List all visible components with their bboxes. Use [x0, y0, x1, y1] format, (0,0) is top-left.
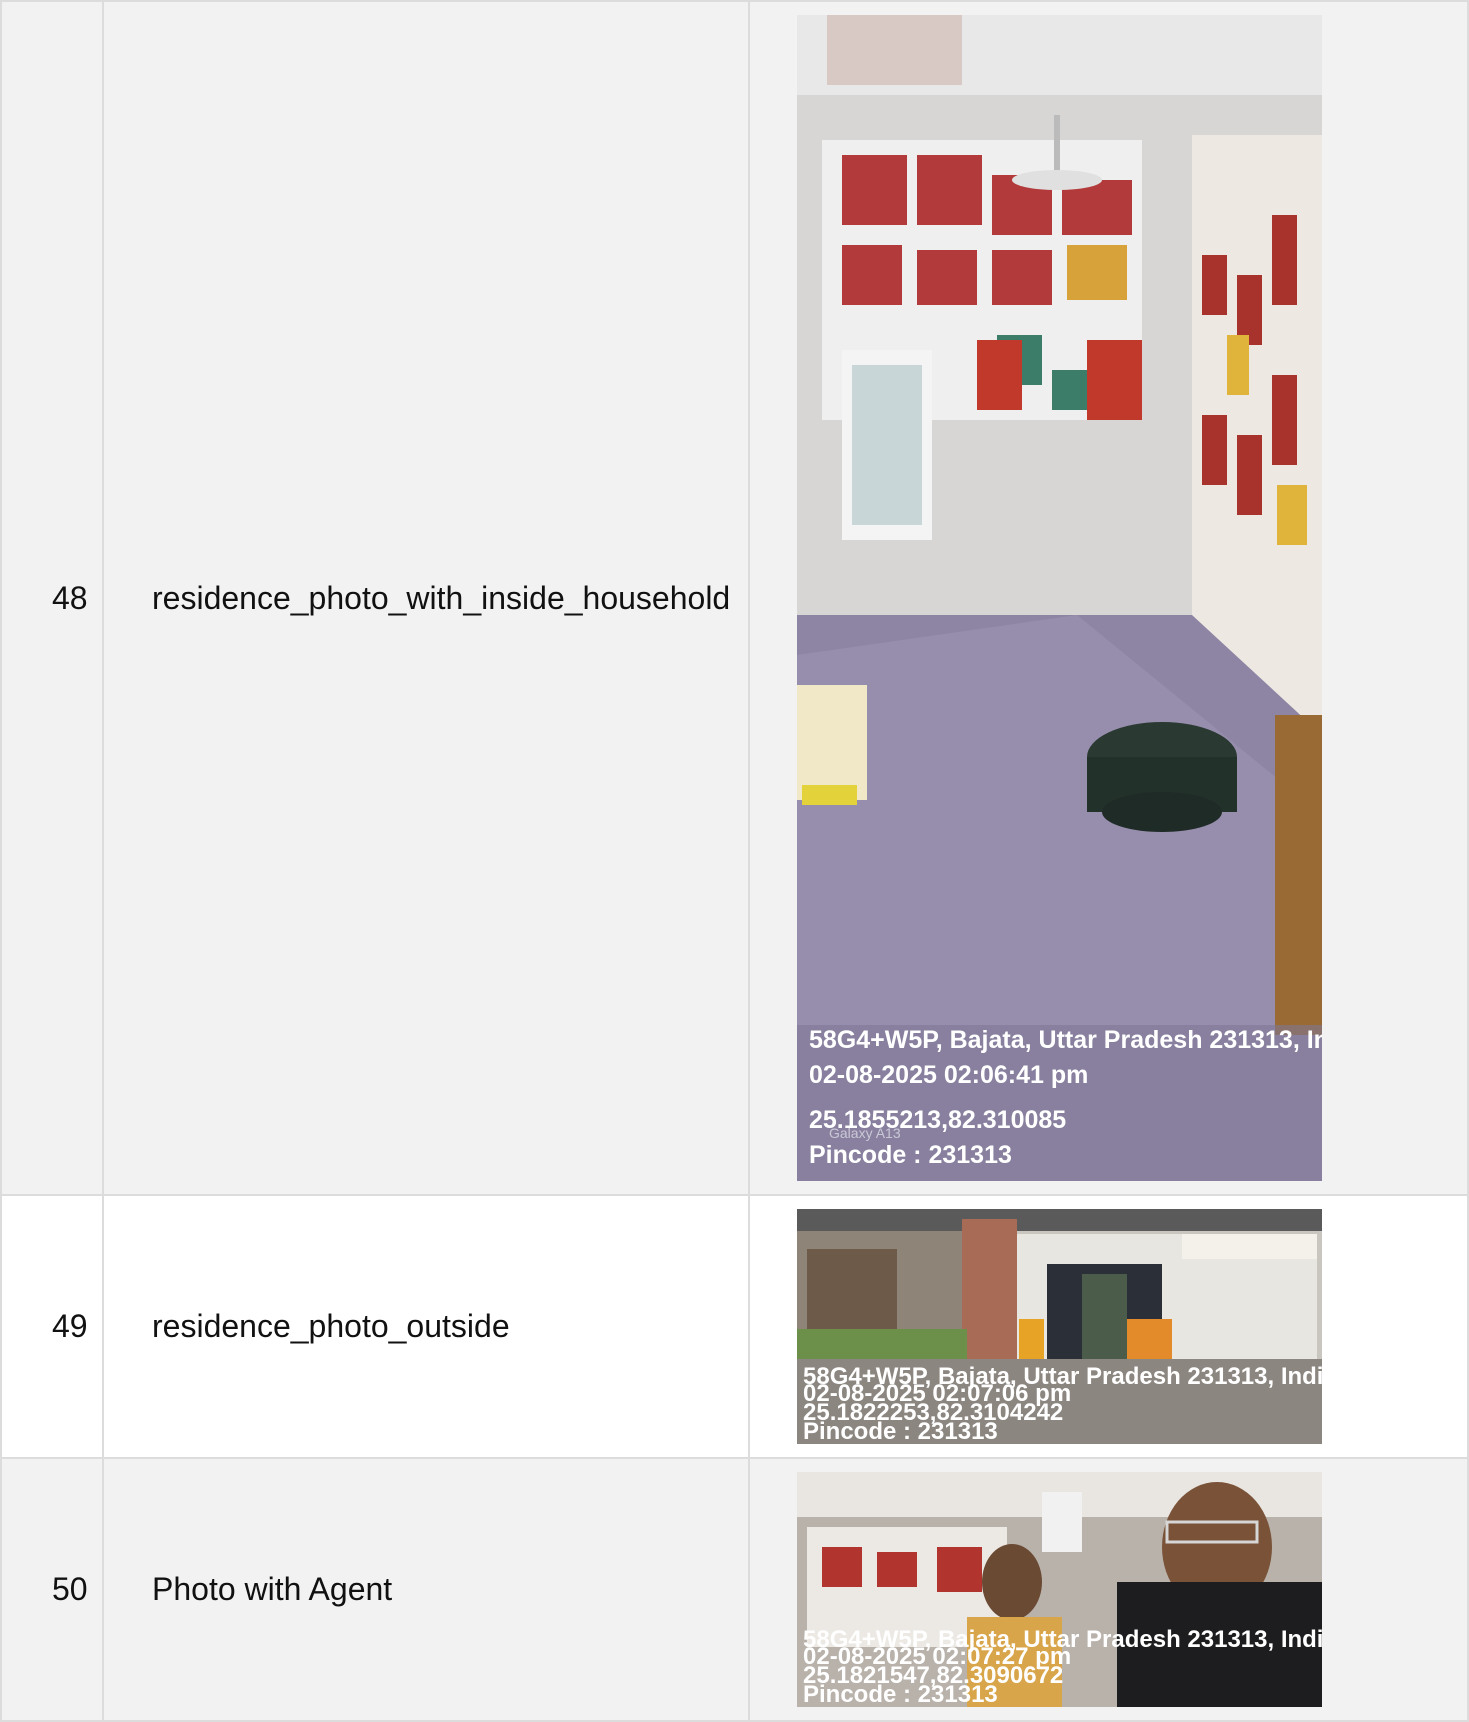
- shop-interior-image: [797, 15, 1322, 1181]
- field-name: residence_photo_with_inside_household: [102, 0, 750, 1196]
- photo-geotag-overlay: 58G4+W5P, Bajata, Uttar Pradesh 231313, …: [797, 1013, 1322, 1181]
- field-name: Photo with Agent: [102, 1457, 750, 1722]
- photo-cell: 58G4+W5P, Bajata, Uttar Pradesh 231313, …: [748, 1194, 1469, 1459]
- table-row: 50 Photo with Agent 58G4+W5P, Bajata, Ut…: [0, 1457, 1469, 1722]
- table-row: 49 residence_photo_outside 58G4+W5P, Baj…: [0, 1194, 1469, 1459]
- geotag-address: 58G4+W5P, Bajata, Uttar Pradesh 231313, …: [809, 1026, 1322, 1054]
- photo-cell: 58G4+W5P, Bajata, Uttar Pradesh 231313, …: [748, 1457, 1469, 1722]
- field-name: residence_photo_outside: [102, 1194, 750, 1459]
- residence-inside-photo: 58G4+W5P, Bajata, Uttar Pradesh 231313, …: [797, 15, 1322, 1181]
- photo-geotag-overlay: 58G4+W5P, Bajata, Uttar Pradesh 231313, …: [797, 1629, 1322, 1707]
- agent-photo: 58G4+W5P, Bajata, Uttar Pradesh 231313, …: [797, 1472, 1322, 1707]
- table-row: 48 residence_photo_with_inside_household: [0, 0, 1469, 1196]
- row-number: 48: [0, 0, 104, 1196]
- device-watermark: Galaxy A13: [829, 1125, 901, 1141]
- photo-cell: 58G4+W5P, Bajata, Uttar Pradesh 231313, …: [748, 0, 1469, 1196]
- photo-report-table: 48 residence_photo_with_inside_household: [0, 0, 1469, 1722]
- row-number: 49: [0, 1194, 104, 1459]
- photo-geotag-overlay: 58G4+W5P, Bajata, Uttar Pradesh 231313, …: [797, 1366, 1322, 1444]
- residence-outside-photo: 58G4+W5P, Bajata, Uttar Pradesh 231313, …: [797, 1209, 1322, 1444]
- geotag-datetime: 02-08-2025 02:06:41 pm: [809, 1061, 1089, 1089]
- row-number: 50: [0, 1457, 104, 1722]
